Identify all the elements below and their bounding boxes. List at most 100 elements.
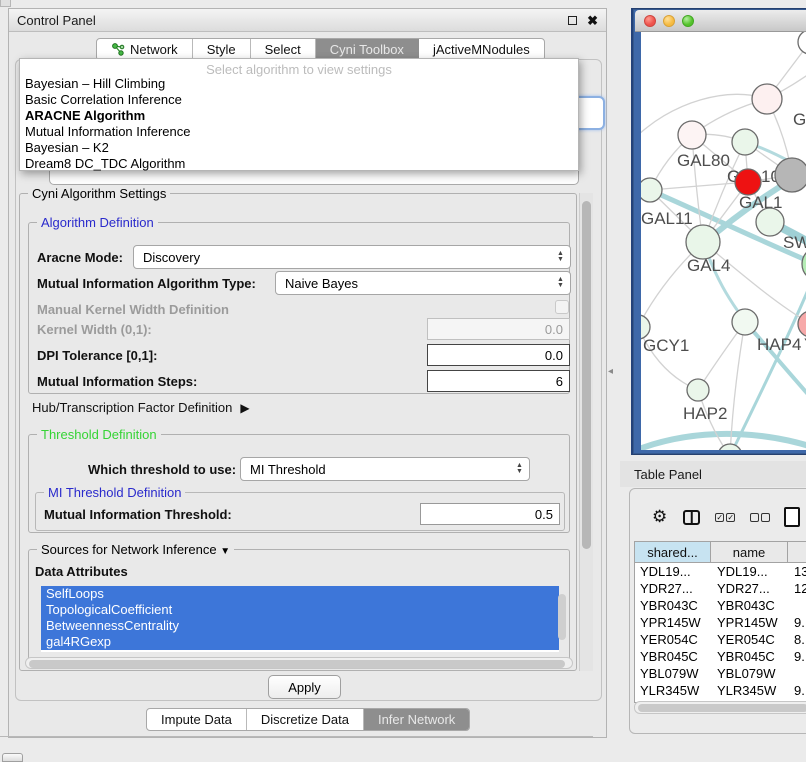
tab-style[interactable]: Style — [193, 39, 251, 60]
network-canvas[interactable]: GALGAL80GAL10GAL1GAL11SWI4GAL4GCY1HAP4YH… — [641, 32, 806, 450]
algorithm-option[interactable]: ARACNE Algorithm — [20, 108, 578, 124]
select-all-checkboxes-icon[interactable]: ✓✓ — [715, 513, 735, 522]
tab-jactivemnodules[interactable]: jActiveMNodules — [419, 39, 544, 60]
manual-kernel-label: Manual Kernel Width Definition — [37, 302, 229, 317]
tab-select[interactable]: Select — [251, 39, 316, 60]
deselect-all-checkboxes-icon[interactable] — [750, 513, 770, 522]
algorithm-option[interactable]: Basic Correlation Inference — [20, 92, 578, 108]
network-node[interactable] — [732, 129, 758, 155]
corner-mini-button[interactable] — [2, 753, 23, 762]
network-node[interactable] — [686, 225, 720, 259]
kernel-width-input[interactable]: 0.0 — [427, 318, 570, 340]
table-row[interactable]: YLR345WYLR345W9. — [635, 682, 806, 699]
table-row[interactable]: YPR145WYPR145W9. — [635, 614, 806, 631]
columns-icon[interactable] — [683, 510, 700, 525]
table-row[interactable]: YDR27...YDR27...12 — [635, 580, 806, 597]
sources-group-title[interactable]: Sources for Network Inference ▼ — [37, 542, 234, 557]
column-header[interactable]: name — [711, 541, 788, 563]
table-cell: YER054C — [635, 631, 712, 648]
close-traffic-icon[interactable] — [644, 15, 656, 27]
table-panel-titlebar[interactable]: Table Panel — [620, 461, 806, 487]
mi-type-select[interactable]: Naive Bayes ▲▼ — [275, 271, 571, 295]
tab-network[interactable]: Network — [97, 39, 193, 60]
mi-steps-input[interactable]: 6 — [427, 370, 570, 392]
close-icon[interactable]: ✖ — [587, 14, 598, 27]
network-node[interactable] — [735, 169, 761, 195]
which-threshold-select[interactable]: MI Threshold ▲▼ — [240, 457, 530, 481]
column-header[interactable] — [788, 541, 806, 563]
which-threshold-label: Which threshold to use: — [88, 462, 236, 477]
table-cell — [789, 597, 806, 614]
kernel-width-label: Kernel Width (0,1): — [37, 322, 152, 337]
hub-tf-definition-toggle[interactable]: Hub/Transcription Factor Definition ▶ — [32, 400, 250, 415]
hub-tf-definition-label: Hub/Transcription Factor Definition — [32, 400, 232, 415]
table-panel: ⚙ ✓✓ shared...name YDL19...YDL19...13YDR… — [629, 488, 806, 734]
aracne-mode-label: Aracne Mode: — [37, 250, 123, 265]
algorithm-option-list: Bayesian – Hill ClimbingBasic Correlatio… — [20, 76, 578, 172]
data-attribute-item[interactable]: BetweennessCentrality — [41, 618, 559, 634]
network-node[interactable] — [732, 309, 758, 335]
data-attribute-item[interactable]: SelfLoops — [41, 586, 559, 602]
algorithm-option[interactable]: Dream8 DC_TDC Algorithm — [20, 156, 578, 172]
apply-button[interactable]: Apply — [268, 675, 341, 699]
network-window-titlebar[interactable] — [635, 10, 806, 32]
table-cell: 9. — [789, 614, 806, 631]
table-cell: YBR045C — [712, 648, 789, 665]
node-label: GAL11 — [641, 209, 693, 228]
settings-vertical-scrollbar[interactable] — [579, 193, 593, 671]
table-horizontal-scrollbar[interactable] — [634, 701, 806, 714]
node-label: SWI4 — [783, 233, 806, 252]
network-node[interactable] — [678, 121, 706, 149]
column-header[interactable]: shared... — [634, 541, 711, 563]
table-cell: YBR043C — [712, 597, 789, 614]
data-attribute-item[interactable]: gal4RGexp — [41, 634, 559, 650]
algorithm-option[interactable]: Bayesian – Hill Climbing — [20, 76, 578, 92]
float-window-icon[interactable] — [568, 16, 577, 25]
table-row[interactable]: YDL19...YDL19...13 — [635, 563, 806, 580]
tab-impute-data[interactable]: Impute Data — [147, 709, 247, 730]
network-node[interactable] — [687, 379, 709, 401]
tab-infer-network[interactable]: Infer Network — [364, 709, 469, 730]
dpi-tolerance-input[interactable]: 0.0 — [427, 344, 570, 366]
table-row[interactable]: YBL079WYBL079W — [635, 665, 806, 682]
network-node[interactable] — [718, 444, 742, 450]
algorithm-option[interactable]: Bayesian – K2 — [20, 140, 578, 156]
network-node[interactable] — [775, 158, 806, 192]
collapsed-mini-tab[interactable] — [0, 0, 11, 7]
manual-kernel-checkbox[interactable] — [555, 300, 569, 314]
network-node[interactable] — [798, 32, 806, 54]
network-node[interactable] — [798, 311, 806, 337]
settings-horizontal-scrollbar[interactable] — [25, 657, 573, 669]
zoom-traffic-icon[interactable] — [682, 15, 694, 27]
attribute-list-scrollbar[interactable] — [558, 594, 566, 640]
which-threshold-value: MI Threshold — [250, 462, 326, 477]
network-node[interactable] — [802, 247, 806, 281]
tab-discretize-data[interactable]: Discretize Data — [247, 709, 364, 730]
table-cell: YBL079W — [635, 665, 712, 682]
table-toolbar: ⚙ ✓✓ — [630, 497, 806, 537]
table-row[interactable]: YBR045CYBR045C9. — [635, 648, 806, 665]
mi-steps-label: Mutual Information Steps: — [37, 374, 197, 389]
gear-icon[interactable]: ⚙ — [652, 507, 667, 527]
network-node[interactable] — [756, 208, 784, 236]
table-row[interactable]: YER054CYER054C8. — [635, 631, 806, 648]
collapsed-arrow-icon: ▶ — [240, 401, 249, 415]
table-body: YDL19...YDL19...13YDR27...YDR27...12YBR0… — [634, 563, 806, 703]
expanded-arrow-icon: ▼ — [220, 546, 230, 557]
algorithm-option[interactable]: Mutual Information Inference — [20, 124, 578, 140]
data-attributes-label: Data Attributes — [35, 564, 128, 579]
document-icon[interactable] — [784, 507, 800, 527]
mi-threshold-input[interactable]: 0.5 — [420, 503, 560, 525]
control-panel-titlebar[interactable]: Control Panel ✖ — [9, 9, 606, 32]
tab-cyni-toolbox[interactable]: Cyni Toolbox — [316, 39, 419, 60]
data-attribute-item[interactable]: TopologicalCoefficient — [41, 602, 559, 618]
network-node[interactable] — [752, 84, 782, 114]
dropdown-placeholder: Select algorithm to view settings — [20, 59, 578, 76]
minimize-traffic-icon[interactable] — [663, 15, 675, 27]
pane-splitter-handle[interactable]: ◂ — [608, 366, 613, 377]
table-row[interactable]: YBR043CYBR043C — [635, 597, 806, 614]
aracne-mode-select[interactable]: Discovery ▲▼ — [133, 245, 571, 269]
stepper-arrows-icon: ▲▼ — [554, 277, 570, 289]
mi-type-value: Naive Bayes — [285, 276, 358, 291]
network-node[interactable] — [641, 178, 662, 202]
